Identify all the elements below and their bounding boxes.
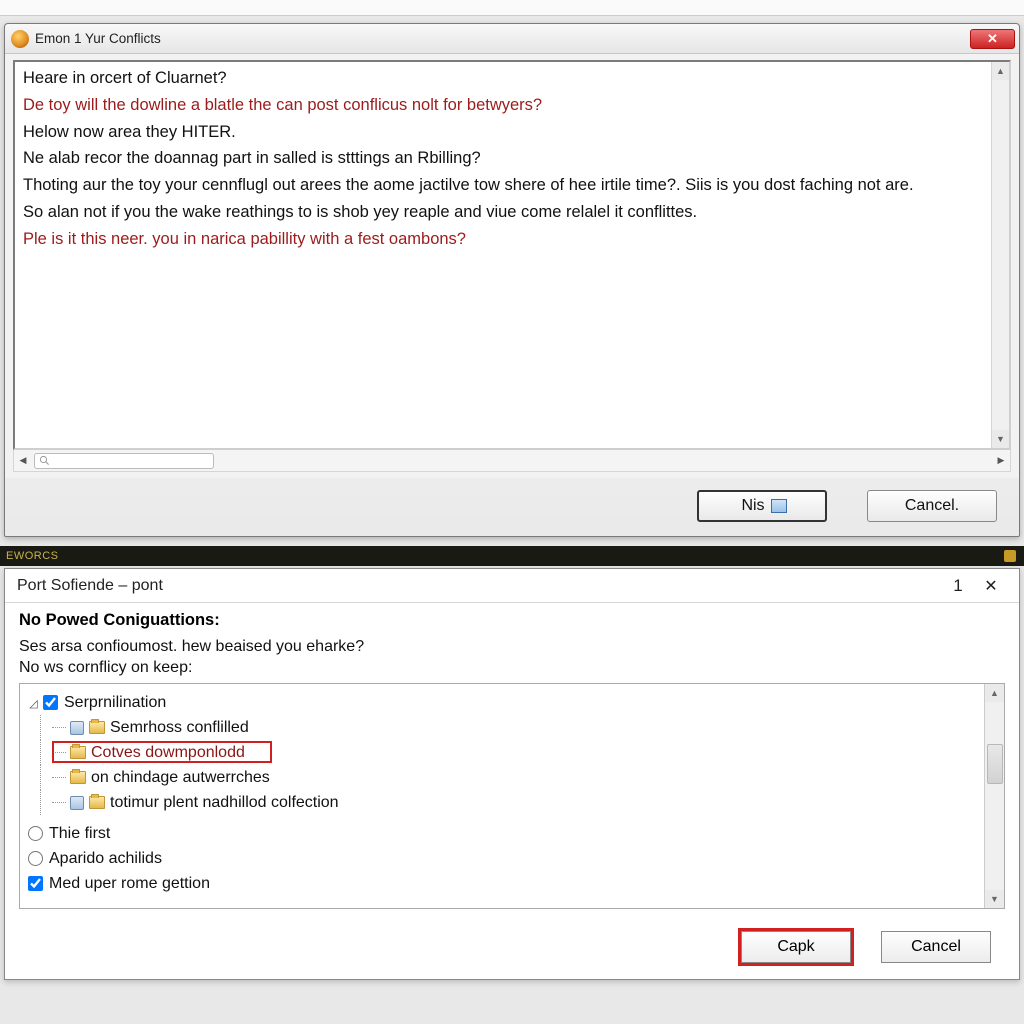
scroll-up-icon[interactable]: ▲ <box>992 62 1009 80</box>
tree-item[interactable]: Semrhoss conflilled <box>28 715 976 740</box>
parent-tab-strip <box>0 0 1024 16</box>
tree-root[interactable]: ◿ Serprnilination <box>28 690 976 715</box>
folder-icon <box>89 721 105 734</box>
folder-icon <box>70 746 86 759</box>
text-line: De toy will the dowline a blatle the can… <box>23 93 983 118</box>
dialog-body: No Powed Coniguattions: Ses arsa confiou… <box>5 603 1019 917</box>
window-count: 1 <box>943 576 973 596</box>
text-line: Thoting aur the toy your cennflugl out a… <box>23 173 983 198</box>
tree-item[interactable]: on chindage autwerrches <box>28 765 976 790</box>
search-input[interactable] <box>34 453 214 469</box>
option-checkbox[interactable] <box>28 876 43 891</box>
tree-box: ◿ Serprnilination Semrhoss conflilled Co… <box>19 683 1005 909</box>
option-row[interactable]: Aparido achilids <box>28 846 976 871</box>
text-line: Ple is it this neer. you in narica pabil… <box>23 227 983 252</box>
scroll-thumb[interactable] <box>987 744 1003 784</box>
cancel-button[interactable]: Cancel. <box>867 490 997 522</box>
sub-text: No ws cornflicy on keep: <box>19 659 1005 677</box>
cancel-label: Cancel. <box>905 497 959 515</box>
background-app-bar: EWORCS <box>0 546 1024 566</box>
text-pane: Heare in orcert of Cluarnet? De toy will… <box>13 60 1011 450</box>
option-row[interactable]: Med uper rome gettion <box>28 871 976 896</box>
scroll-left-icon[interactable]: ◀ <box>14 450 32 471</box>
ok-label: Nis <box>741 497 764 515</box>
option-label: Thie first <box>49 825 110 843</box>
button-row: Capk Cancel <box>5 917 1019 979</box>
close-button[interactable]: ✕ <box>970 29 1015 49</box>
tree-item-label: on chindage autwerrches <box>91 769 270 787</box>
root-checkbox[interactable] <box>43 695 58 710</box>
scroll-right-icon[interactable]: ▶ <box>992 450 1010 471</box>
text-line: Ne alab recor the doannag part in salled… <box>23 146 983 171</box>
folder-icon <box>70 771 86 784</box>
heading: No Powed Coniguattions: <box>19 611 1005 630</box>
config-tree[interactable]: ◿ Serprnilination Semrhoss conflilled Co… <box>20 684 984 908</box>
option-label: Med uper rome gettion <box>49 875 210 893</box>
button-row: Nis Cancel. <box>5 478 1019 536</box>
tree-item-label: totimur plent nadhillod colfection <box>110 794 339 812</box>
tree-root-label: Serprnilination <box>64 694 166 712</box>
port-dialog: Port Sofiende – pont 1 ✕ No Powed Conigu… <box>4 568 1020 980</box>
option-label: Aparido achilids <box>49 850 162 868</box>
text-line: Helow now area they HITER. <box>23 120 983 145</box>
text-line: Heare in orcert of Cluarnet? <box>23 66 983 91</box>
sub-text: Ses arsa confioumost. hew beaised you eh… <box>19 638 1005 656</box>
close-icon: ✕ <box>987 31 998 47</box>
text-line: So alan not if you the wake reathings to… <box>23 200 983 225</box>
window-title: Emon 1 Yur Conflicts <box>35 31 970 46</box>
folder-icon <box>89 796 105 809</box>
node-icon <box>70 721 84 735</box>
collapse-icon[interactable]: ◿ <box>28 697 39 708</box>
conflicts-dialog: Emon 1 Yur Conflicts ✕ Heare in orcert o… <box>4 23 1020 537</box>
scroll-down-icon[interactable]: ▼ <box>985 890 1004 908</box>
node-icon <box>70 796 84 810</box>
tray-icon <box>1004 550 1016 562</box>
dialog-body: Heare in orcert of Cluarnet? De toy will… <box>5 54 1019 478</box>
option-row[interactable]: Thie first <box>28 821 976 846</box>
background-app-label: EWORCS <box>6 550 59 562</box>
ok-button[interactable]: Capk <box>741 931 851 963</box>
scroll-down-icon[interactable]: ▼ <box>992 430 1009 448</box>
vertical-scrollbar[interactable]: ▲ ▼ <box>991 62 1009 448</box>
ok-label: Capk <box>777 938 814 956</box>
window-icon <box>771 499 787 513</box>
scroll-up-icon[interactable]: ▲ <box>985 684 1004 702</box>
horizontal-scrollbar[interactable]: ◀ ▶ <box>13 450 1011 472</box>
tree-item-label: Cotves dowmponlodd <box>91 744 245 762</box>
app-icon <box>11 30 29 48</box>
search-icon <box>39 455 50 466</box>
option-radio[interactable] <box>28 851 43 866</box>
titlebar[interactable]: Port Sofiende – pont 1 ✕ <box>5 569 1019 603</box>
tree-item[interactable]: totimur plent nadhillod colfection <box>28 790 976 815</box>
titlebar[interactable]: Emon 1 Yur Conflicts ✕ <box>5 24 1019 54</box>
close-icon: ✕ <box>984 578 997 595</box>
tree-item[interactable]: Cotves dowmponlodd <box>28 740 976 765</box>
ok-button[interactable]: Nis <box>697 490 827 522</box>
tree-item-label: Semrhoss conflilled <box>110 719 249 737</box>
text-content[interactable]: Heare in orcert of Cluarnet? De toy will… <box>15 62 991 448</box>
vertical-scrollbar[interactable]: ▲ ▼ <box>984 684 1004 908</box>
close-button[interactable]: ✕ <box>973 576 1009 596</box>
window-title: Port Sofiende – pont <box>17 577 943 595</box>
cancel-label: Cancel <box>911 938 961 956</box>
option-radio[interactable] <box>28 826 43 841</box>
cancel-button[interactable]: Cancel <box>881 931 991 963</box>
